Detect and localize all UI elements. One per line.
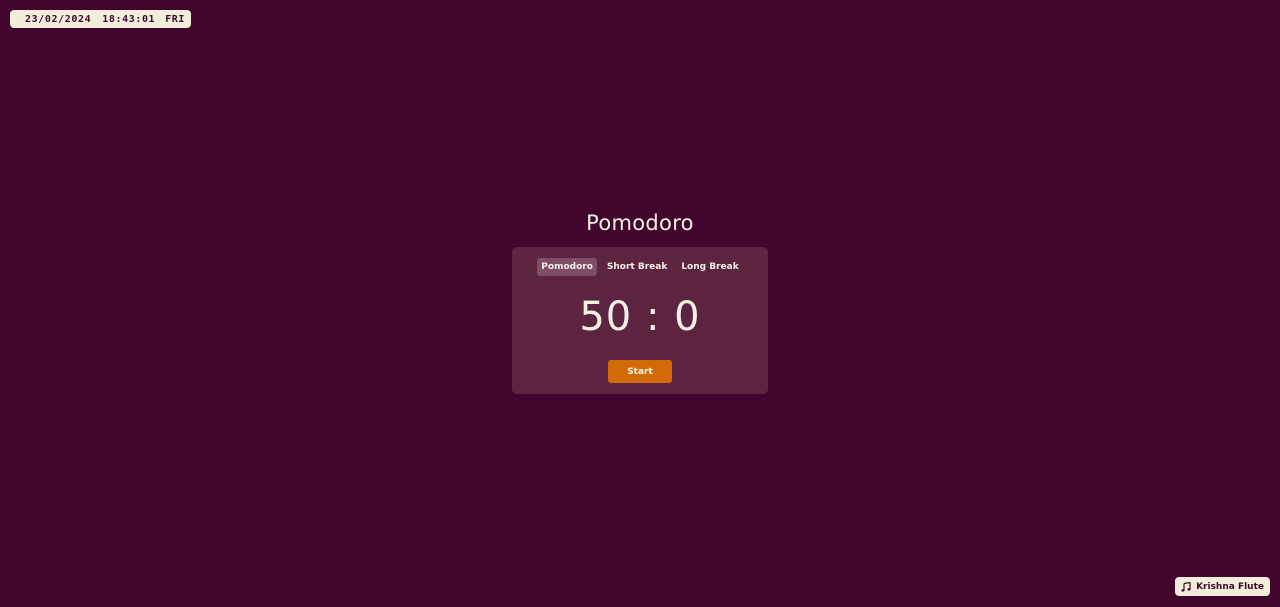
tab-pomodoro[interactable]: Pomodoro (537, 258, 597, 276)
mode-tabs: Pomodoro Short Break Long Break (512, 258, 768, 276)
page-title: Pomodoro (586, 211, 694, 235)
time-text: 18:43:01 (102, 13, 156, 25)
start-button[interactable]: Start (608, 360, 672, 383)
timer-display: 50 : 0 (579, 294, 701, 340)
tab-long-break[interactable]: Long Break (677, 258, 742, 276)
tab-short-break[interactable]: Short Break (603, 258, 671, 276)
day-text: FRI (165, 13, 186, 25)
date-text: 23/02/2024 (25, 13, 92, 25)
music-track-label: Krishna Flute (1196, 581, 1264, 592)
datetime-display: 23/02/2024 18:43:01 FRI (10, 10, 191, 28)
timer-card: Pomodoro Short Break Long Break 50 : 0 S… (512, 247, 768, 394)
music-note-icon (1181, 581, 1191, 592)
music-player-button[interactable]: Krishna Flute (1175, 577, 1270, 596)
